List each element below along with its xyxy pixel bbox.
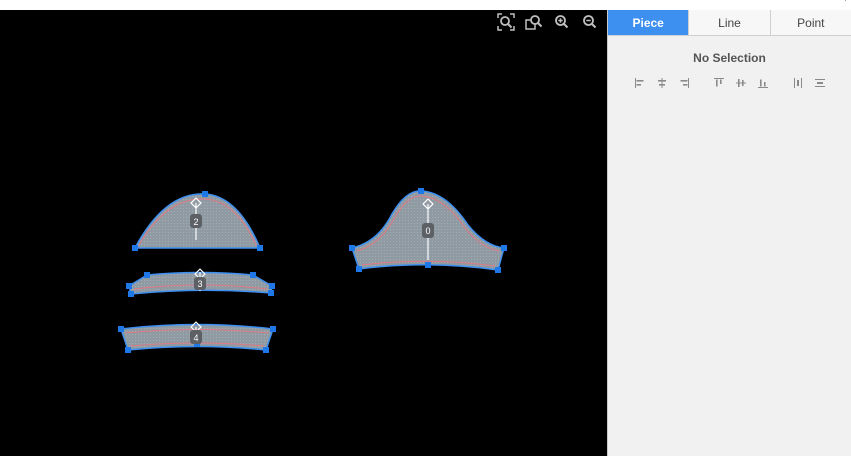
align-left-icon[interactable] [629,76,651,90]
tab-line[interactable]: Line [688,10,770,35]
top-strip: · [0,0,851,10]
alignment-toolbar [608,76,851,90]
pattern-piece-2[interactable]: 2 [132,191,263,251]
corner-mark: · [844,0,847,6]
piece-4-label: 4 [193,333,198,343]
selection-status: No Selection [693,51,766,65]
panel-tabs: Piece Line Point [608,10,851,36]
align-bottom-icon[interactable] [752,76,774,90]
distribute-vertical-icon[interactable] [809,76,831,90]
zoom-in-icon[interactable] [552,12,572,32]
pattern-piece-0[interactable]: 0 [349,188,507,273]
align-center-vertical-icon[interactable] [730,76,752,90]
tab-point[interactable]: Point [769,10,851,35]
zoom-out-icon[interactable] [580,12,600,32]
pattern-piece-4[interactable]: 4 [118,321,276,353]
align-right-icon[interactable] [673,76,695,90]
distribute-horizontal-icon[interactable] [787,76,809,90]
pattern-piece-3[interactable]: 3 [126,268,275,297]
align-top-icon[interactable] [708,76,730,90]
pattern-canvas[interactable]: 2 3 4 0 [0,10,607,456]
properties-panel: Piece Line Point No Selection [607,10,851,456]
piece-3-label: 3 [197,279,202,289]
zoom-selection-icon[interactable] [524,12,544,32]
zoom-fit-icon[interactable] [496,12,516,32]
zoom-toolbar [496,12,600,32]
piece-2-label: 2 [193,217,198,227]
piece-0-label: 0 [425,226,430,236]
align-center-horizontal-icon[interactable] [651,76,673,90]
tab-piece[interactable]: Piece [608,10,689,35]
pattern-stage[interactable]: 2 3 4 0 [0,10,607,456]
